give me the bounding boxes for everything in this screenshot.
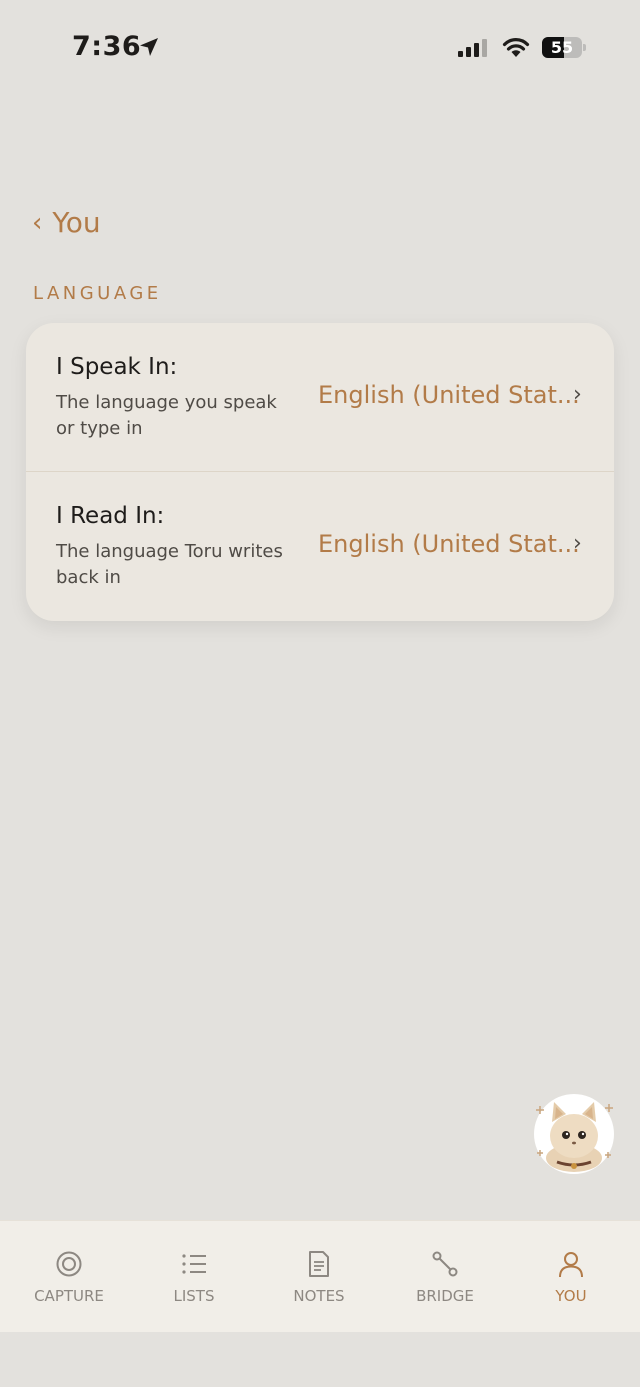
target-icon: [56, 1251, 82, 1277]
location-arrow-icon: [140, 38, 158, 56]
setting-title: I Read In:: [56, 503, 165, 529]
tab-notes[interactable]: NOTES: [255, 1221, 383, 1332]
chevron-right-icon: ›: [573, 382, 582, 407]
tab-label: NOTES: [293, 1287, 345, 1305]
setting-title: I Speak In:: [56, 354, 178, 380]
setting-value: English (United Stat...: [318, 381, 580, 409]
setting-description: The language you speak or type in: [56, 392, 277, 439]
list-icon: [182, 1254, 206, 1274]
home-indicator-area: [0, 1332, 640, 1387]
battery-indicator: 55: [542, 37, 586, 58]
cellular-signal-icon: [458, 39, 487, 57]
back-button[interactable]: ‹ You: [32, 206, 101, 239]
battery-percent: 55: [550, 38, 574, 57]
tab-bridge[interactable]: BRIDGE: [381, 1221, 509, 1332]
tab-label: YOU: [555, 1287, 587, 1305]
person-icon: [559, 1252, 583, 1278]
back-label: You: [52, 206, 101, 239]
document-icon: [309, 1251, 329, 1277]
status-bar: 7:36 55: [0, 0, 640, 95]
bridge-icon: [432, 1251, 458, 1277]
tab-label: CAPTURE: [34, 1287, 104, 1305]
section-title: LANGUAGE: [33, 283, 162, 304]
chevron-left-icon: ‹: [32, 207, 43, 238]
tab-label: LISTS: [173, 1287, 215, 1305]
setting-row-read-in[interactable]: I Read In: The language Toru writes back…: [26, 472, 614, 620]
mascot-assistant-button[interactable]: [532, 1092, 616, 1176]
setting-value: English (United Stat...: [318, 530, 580, 558]
tab-bar: CAPTURE LISTS NOTES BRIDGE YOU: [0, 1220, 640, 1332]
wifi-icon: [502, 38, 530, 57]
tab-label: BRIDGE: [416, 1287, 474, 1305]
setting-row-speak-in[interactable]: I Speak In: The language you speak or ty…: [26, 323, 614, 471]
tab-lists[interactable]: LISTS: [130, 1221, 258, 1332]
language-settings-card: I Speak In: The language you speak or ty…: [26, 323, 614, 621]
status-time: 7:36: [72, 31, 142, 62]
setting-description: The language Toru writes back in: [56, 541, 283, 588]
tab-capture[interactable]: CAPTURE: [5, 1221, 133, 1332]
tab-you[interactable]: YOU: [507, 1221, 635, 1332]
cat-mascot-icon: [534, 1094, 614, 1174]
chevron-right-icon: ›: [573, 531, 582, 556]
